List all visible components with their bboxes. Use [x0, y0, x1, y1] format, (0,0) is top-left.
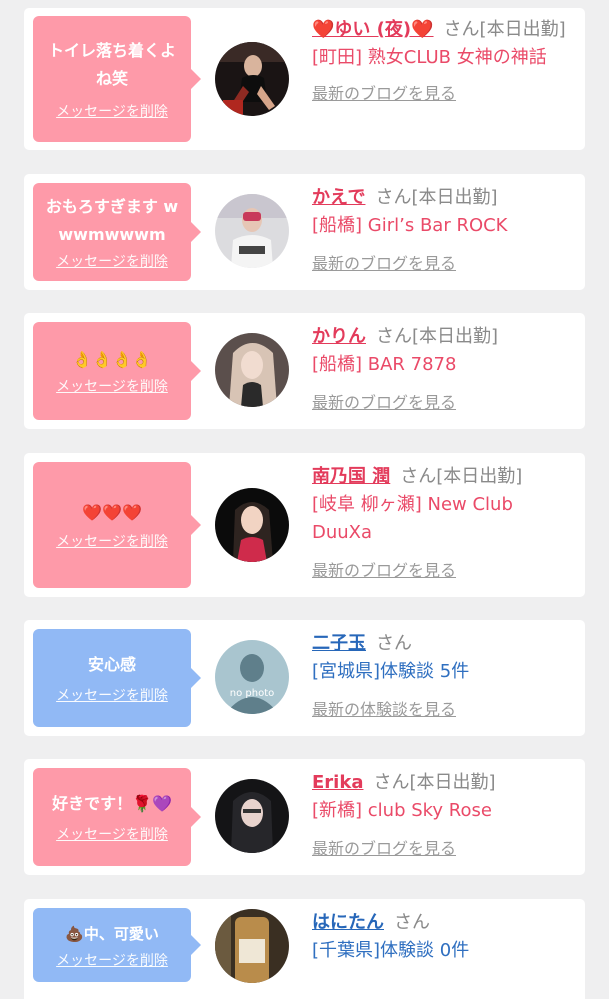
- cast-name-link[interactable]: かりん: [312, 326, 366, 347]
- message-text: トイレ落ち着くよね笑: [47, 41, 176, 88]
- card-info: かえで さん[本日出勤] [船橋] Girl’s Bar ROCK 最新のブログを…: [312, 184, 575, 274]
- work-status: [本日出勤]: [409, 772, 496, 793]
- card-info: ❤️ゆい (夜)❤️ さん[本日出勤] [町田] 熟女CLUB 女神の神話 最新の…: [312, 16, 575, 104]
- avatar[interactable]: [215, 194, 289, 268]
- card-info: Erika さん[本日出勤] [新橋] club Sky Rose 最新のブログを…: [312, 769, 575, 859]
- user-name-link[interactable]: はにたん: [312, 912, 384, 933]
- review-count: [千葉県]体験談 0件: [312, 940, 470, 961]
- shop-name: [岐阜 柳ヶ瀬] New Club DuuXa: [312, 494, 513, 543]
- avatar[interactable]: [215, 333, 289, 407]
- avatar[interactable]: [215, 909, 289, 983]
- view-blog-link[interactable]: 最新のブログを見る: [312, 557, 456, 581]
- card-info: 二子玉 さん [宮城県]体験談 5件 最新の体験談を見る: [312, 630, 575, 720]
- message-text: ❤️❤️❤️: [82, 503, 142, 522]
- card-info: はにたん さん [千葉県]体験談 0件: [312, 909, 575, 965]
- honorific: さん: [400, 466, 437, 487]
- message-bubble: トイレ落ち着くよね笑 メッセージを削除: [33, 16, 201, 142]
- view-blog-link[interactable]: 最新のブログを見る: [312, 250, 456, 274]
- message-card: 好きです！🌹💜 メッセージを削除 Erika さん[本日出勤] [新橋] club…: [24, 759, 585, 875]
- cast-name-link[interactable]: かえで: [312, 187, 365, 208]
- work-status: [本日出勤]: [479, 19, 566, 40]
- view-blog-link[interactable]: 最新のブログを見る: [312, 80, 456, 104]
- message-card: 安心感 メッセージを削除 no photo 二子玉 さん [宮城県]体験談 5件 …: [24, 620, 585, 736]
- honorific: さん: [373, 772, 410, 793]
- delete-message-link[interactable]: メッセージを削除: [56, 251, 168, 271]
- avatar[interactable]: [215, 488, 289, 562]
- view-blog-link[interactable]: 最新のブログを見る: [312, 389, 456, 413]
- card-info: 南乃国 潤さん[本日出勤] [岐阜 柳ヶ瀬] New Club DuuXa 最新…: [312, 463, 575, 581]
- view-blog-link[interactable]: 最新のブログを見る: [312, 835, 456, 859]
- card-info: かりん さん[本日出勤] [船橋] BAR 7878 最新のブログを見る: [312, 323, 575, 413]
- work-status: [本日出勤]: [436, 466, 523, 487]
- delete-message-link[interactable]: メッセージを削除: [56, 376, 168, 396]
- shop-name: [船橋] Girl’s Bar ROCK: [312, 215, 508, 236]
- message-bubble: 💩中、可愛い メッセージを削除: [33, 908, 201, 982]
- avatar[interactable]: [215, 42, 289, 116]
- message-text: 👌👌👌👌: [72, 350, 152, 369]
- honorific: さん: [376, 633, 412, 654]
- honorific: さん: [394, 912, 430, 933]
- message-card: 👌👌👌👌 メッセージを削除 かりん さん[本日出勤] [船橋] BAR 7878 …: [24, 313, 585, 429]
- shop-name: [船橋] BAR 7878: [312, 354, 457, 375]
- message-text: おもろすぎます wwwmwwwm: [45, 197, 179, 244]
- message-bubble: 安心感 メッセージを削除: [33, 629, 201, 727]
- message-card: 💩中、可愛い メッセージを削除 はにたん さん [千葉県]体験談 0件: [24, 899, 585, 999]
- message-list: トイレ落ち着くよね笑 メッセージを削除 ❤️ゆい (夜)❤️ さん[本日出勤] […: [0, 0, 609, 999]
- shop-name: [新橋] club Sky Rose: [312, 800, 492, 821]
- delete-message-link[interactable]: メッセージを削除: [56, 824, 168, 844]
- work-status: [本日出勤]: [412, 326, 499, 347]
- message-text: 💩中、可愛い: [65, 925, 159, 943]
- user-name-link[interactable]: 二子玉: [312, 633, 366, 654]
- honorific: さん: [376, 326, 412, 347]
- delete-message-link[interactable]: メッセージを削除: [56, 950, 168, 970]
- message-card: おもろすぎます wwwmwwwm メッセージを削除 かえで さん[本日出勤] [船…: [24, 174, 585, 290]
- honorific: さん: [443, 19, 480, 40]
- view-reviews-link[interactable]: 最新の体験談を見る: [312, 696, 456, 720]
- delete-message-link[interactable]: メッセージを削除: [56, 531, 168, 551]
- delete-message-link[interactable]: メッセージを削除: [56, 101, 168, 121]
- cast-name-link[interactable]: ❤️ゆい (夜)❤️: [312, 19, 434, 40]
- no-photo-text: no photo: [230, 688, 274, 699]
- delete-message-link[interactable]: メッセージを削除: [56, 685, 168, 705]
- message-bubble: 好きです！🌹💜 メッセージを削除: [33, 768, 201, 866]
- message-text: 安心感: [87, 655, 136, 674]
- avatar[interactable]: no photo: [215, 640, 289, 714]
- message-bubble: ❤️❤️❤️ メッセージを削除: [33, 462, 201, 588]
- message-bubble: 👌👌👌👌 メッセージを削除: [33, 322, 201, 420]
- shop-name: [町田] 熟女CLUB 女神の神話: [312, 47, 547, 68]
- work-status: [本日出勤]: [411, 187, 498, 208]
- message-card: トイレ落ち着くよね笑 メッセージを削除 ❤️ゆい (夜)❤️ さん[本日出勤] […: [24, 8, 585, 150]
- avatar[interactable]: [215, 779, 289, 853]
- message-card: ❤️❤️❤️ メッセージを削除 南乃国 潤さん[本日出勤] [岐阜 柳ヶ瀬] N…: [24, 453, 585, 597]
- message-bubble: おもろすぎます wwwmwwwm メッセージを削除: [33, 183, 201, 281]
- message-text: 好きです！🌹💜: [52, 794, 172, 813]
- cast-name-link[interactable]: 南乃国 潤: [312, 466, 390, 487]
- cast-name-link[interactable]: Erika: [312, 772, 363, 793]
- honorific: さん: [375, 187, 412, 208]
- review-count: [宮城県]体験談 5件: [312, 661, 470, 682]
